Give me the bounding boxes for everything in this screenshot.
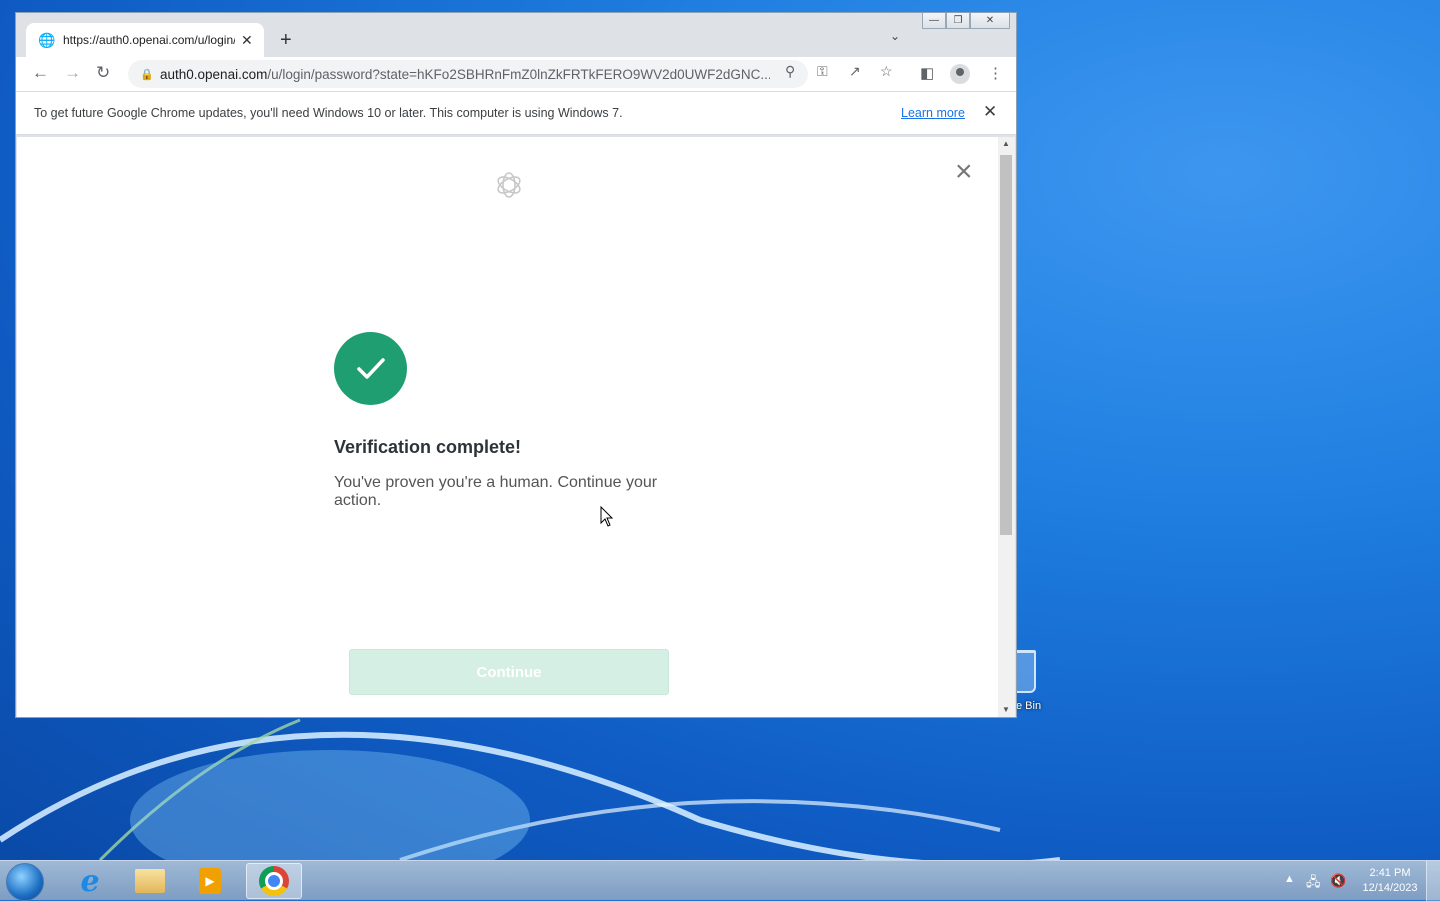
share-icon[interactable]: ↗ <box>849 63 861 80</box>
profile-icon[interactable] <box>950 64 970 84</box>
media-player-icon[interactable]: ▶ <box>182 863 238 899</box>
globe-icon: 🌐 <box>38 32 56 48</box>
taskbar: e ▶ ▲ 🖧 🔇 2:41 PM 12/14/2023 <box>0 860 1440 901</box>
file-explorer-icon[interactable] <box>122 863 178 899</box>
clock-time: 2:41 PM <box>1369 867 1411 879</box>
show-desktop-button[interactable] <box>1426 861 1440 901</box>
infobar-message: To get future Google Chrome updates, you… <box>34 106 623 120</box>
tray-expand-icon[interactable]: ▲ <box>1284 873 1295 885</box>
start-button[interactable] <box>6 863 44 901</box>
active-tab[interactable]: 🌐 https://auth0.openai.com/u/login/passw… <box>26 23 264 57</box>
clock-date: 12/14/2023 <box>1362 882 1418 894</box>
verification-title: Verification complete! <box>334 437 522 457</box>
new-tab-button[interactable]: + <box>280 29 292 52</box>
side-panel-icon[interactable]: ◧ <box>920 64 934 82</box>
continue-button[interactable]: Continue <box>349 649 669 695</box>
key-icon[interactable]: ⚿ <box>817 63 828 80</box>
recycle-bin-label: e Bin <box>1016 700 1042 712</box>
close-icon[interactable]: × <box>955 155 973 189</box>
chrome-window: — ❐ ✕ 🌐 https://auth0.openai.com/u/login… <box>15 12 1017 718</box>
lock-icon[interactable]: 🔒 <box>140 68 154 81</box>
zoom-icon[interactable]: ⚲ <box>785 63 795 80</box>
verification-description: You've proven you're a human. Continue y… <box>334 474 658 509</box>
tab-close-icon[interactable]: ✕ <box>241 32 253 49</box>
update-infobar: To get future Google Chrome updates, you… <box>16 91 1016 135</box>
chrome-taskbar-icon[interactable] <box>246 863 302 899</box>
network-icon[interactable]: 🖧 <box>1306 873 1321 895</box>
toolbar: ← → ↻ 🔒 auth0.openai.com/u/login/passwor… <box>16 57 1016 91</box>
vertical-scrollbar[interactable]: ▲ ▼ <box>998 137 1015 717</box>
address-url[interactable]: auth0.openai.com/u/login/password?state=… <box>160 67 770 82</box>
address-path: /u/login/password?state=hKFo2SBHRnFmZ0ln… <box>267 66 770 82</box>
check-icon <box>334 332 407 405</box>
system-clock[interactable]: 2:41 PM 12/14/2023 <box>1354 866 1426 896</box>
menu-icon[interactable]: ⋮ <box>988 64 1003 82</box>
forward-icon[interactable]: → <box>64 63 81 83</box>
reload-icon[interactable]: ↻ <box>96 63 110 83</box>
address-bar[interactable]: 🔒 auth0.openai.com/u/login/password?stat… <box>128 60 808 88</box>
tab-search-icon[interactable]: ⌄ <box>890 29 900 43</box>
openai-logo-icon <box>493 169 525 206</box>
scroll-down-icon[interactable]: ▼ <box>1002 705 1010 714</box>
page-content: × Verification complete! You've proven y… <box>17 137 999 717</box>
scroll-up-icon[interactable]: ▲ <box>1002 139 1010 148</box>
volume-muted-icon[interactable]: 🔇 <box>1330 873 1346 889</box>
scrollbar-thumb[interactable] <box>1000 155 1012 535</box>
tab-title: https://auth0.openai.com/u/login/passwor… <box>63 33 235 47</box>
internet-explorer-icon[interactable]: e <box>62 863 118 899</box>
back-icon[interactable]: ← <box>32 63 49 83</box>
infobar-close-icon[interactable]: ✕ <box>983 102 997 122</box>
tab-strip: 🌐 https://auth0.openai.com/u/login/passw… <box>16 13 1016 57</box>
address-host: auth0.openai.com <box>160 66 268 82</box>
mouse-cursor-icon <box>600 505 614 533</box>
learn-more-link[interactable]: Learn more <box>901 106 965 120</box>
star-icon[interactable]: ☆ <box>880 63 893 80</box>
